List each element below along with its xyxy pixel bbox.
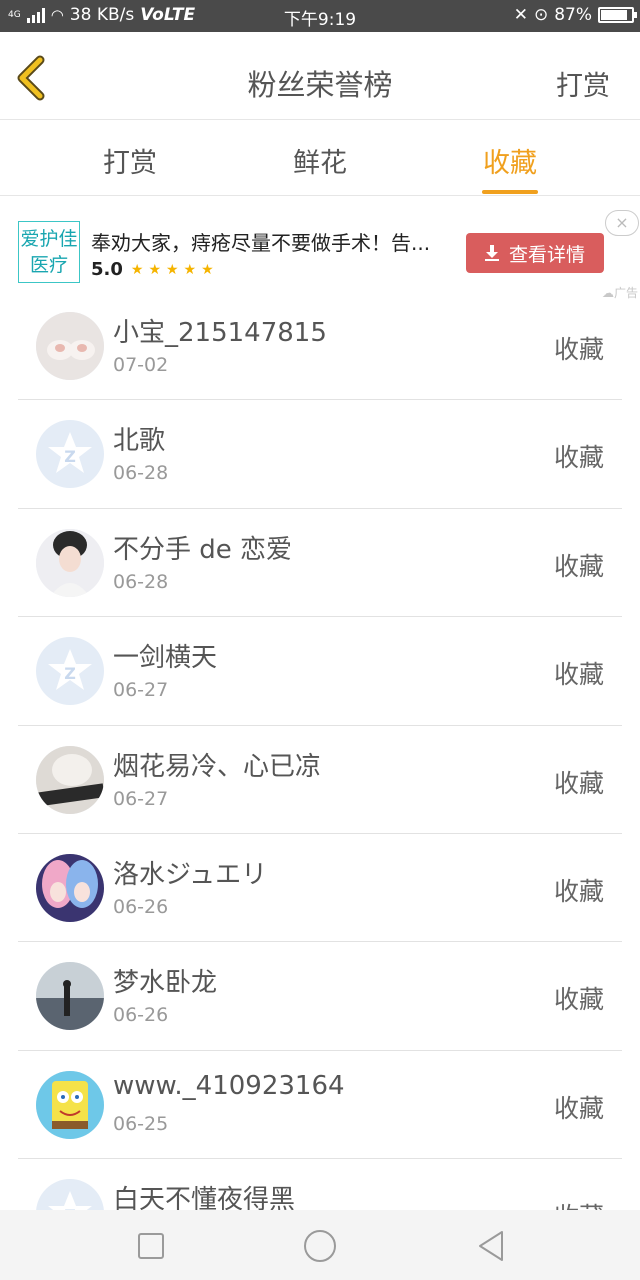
list-item[interactable]: 洛水ジュエリ 06-26 收藏 <box>18 834 622 943</box>
battery-percent: 87% <box>554 5 592 25</box>
favorite-date: 06-25 <box>113 1112 169 1135</box>
active-tab-indicator <box>482 190 538 194</box>
svg-text:Z: Z <box>64 447 76 466</box>
list-item[interactable]: www._410923164 06-25 收藏 <box>18 1051 622 1160</box>
list-item[interactable]: Z 白天不懂夜得黑 收藏 <box>18 1159 622 1210</box>
avatar <box>36 853 104 922</box>
list-item[interactable]: 烟花易冷、心已凉 06-27 收藏 <box>18 726 622 834</box>
list-item[interactable]: 梦水卧龙 06-26 收藏 <box>18 942 622 1051</box>
default-qq-avatar: Z <box>36 420 104 489</box>
home-icon[interactable] <box>302 1228 338 1264</box>
tab-flowers[interactable]: 鲜花 <box>260 141 380 180</box>
fans-list[interactable]: 小宝_215147815 07-02 收藏 Z 北歌 06-28 收藏 不分手 … <box>18 292 622 1210</box>
favorite-date: 06-26 <box>113 895 169 918</box>
avatar <box>36 312 104 380</box>
user-name: 一剑横天 <box>113 643 218 674</box>
action-label: 收藏 <box>553 443 604 473</box>
user-name: 不分手 de 恋爱 <box>113 534 293 565</box>
action-label: 收藏 <box>553 985 604 1015</box>
favorite-date: 06-27 <box>113 787 169 810</box>
list-item[interactable]: 不分手 de 恋爱 06-28 收藏 <box>18 509 622 618</box>
favorite-date: 06-28 <box>113 570 169 593</box>
system-nav-bar <box>0 1210 640 1280</box>
top-app-bar: 粉丝荣誉榜 打赏 <box>0 32 640 120</box>
user-name: 小宝_215147815 <box>113 318 327 348</box>
default-qq-avatar: Z <box>36 1179 104 1210</box>
avatar <box>36 528 104 597</box>
tab-bar: 打赏 鲜花 收藏 <box>0 121 640 196</box>
action-label: 收藏 <box>553 768 604 798</box>
list-item[interactable]: Z 北歌 06-28 收藏 <box>18 400 622 509</box>
user-name: 烟花易冷、心已凉 <box>113 751 322 782</box>
rotation-lock-icon: ⊙ <box>533 5 549 25</box>
user-name: 北歌 <box>113 426 166 457</box>
recent-apps-icon[interactable] <box>133 1228 169 1264</box>
ad-details-button[interactable]: 查看详情 <box>466 233 604 273</box>
ad-close-button[interactable]: × <box>605 210 639 236</box>
reward-button[interactable]: 打赏 <box>556 64 610 103</box>
action-label: 收藏 <box>553 335 604 364</box>
default-qq-avatar: Z <box>36 637 104 706</box>
favorite-date: 06-28 <box>113 462 169 485</box>
action-label: 收藏 <box>553 660 604 690</box>
favorite-date: 06-26 <box>113 1004 169 1027</box>
avatar <box>36 962 104 1031</box>
list-item[interactable]: 小宝_215147815 07-02 收藏 <box>18 292 622 401</box>
tab-favorites[interactable]: 收藏 <box>450 141 570 194</box>
star-rating-icons: ★★★★★ <box>130 261 219 278</box>
ad-text: 奉劝大家，痔疮尽量不要做手术！告... <box>91 231 431 255</box>
download-icon <box>484 245 499 261</box>
vibrate-icon: ✕ <box>513 5 528 25</box>
user-name: 洛水ジュエリ <box>113 859 268 890</box>
ad-logo: 爱护佳 医疗 <box>18 221 80 283</box>
favorite-date: 07-02 <box>113 354 169 376</box>
user-name: 白天不懂夜得黑 <box>113 1185 296 1210</box>
ad-rating: 5.0 ★★★★★ <box>91 259 219 280</box>
back-icon[interactable] <box>474 1228 510 1264</box>
action-label: 收藏 <box>553 876 604 906</box>
action-label: 收藏 <box>553 551 604 581</box>
action-label: 收藏 <box>554 1197 604 1210</box>
ad-banner[interactable]: 爱护佳 医疗 奉劝大家，痔疮尽量不要做手术！告... 5.0 ★★★★★ 查看详… <box>0 197 640 303</box>
tab-reward[interactable]: 打赏 <box>70 141 190 180</box>
user-name: www._410923164 <box>113 1070 345 1101</box>
action-label: 收藏 <box>553 1093 604 1123</box>
battery-icon <box>598 7 637 23</box>
user-name: 梦水卧龙 <box>113 968 218 999</box>
favorite-date: 06-27 <box>113 679 169 702</box>
svg-text:Z: Z <box>64 664 76 683</box>
avatar <box>36 1070 104 1139</box>
page-title: 粉丝荣誉榜 <box>247 68 393 102</box>
avatar <box>36 745 104 814</box>
status-bar: 4G ◠ 38 KB/s VoLTE 下午9:19 ✕ ⊙ 87% <box>0 0 640 32</box>
list-item[interactable]: Z 一剑横天 06-27 收藏 <box>18 617 622 726</box>
